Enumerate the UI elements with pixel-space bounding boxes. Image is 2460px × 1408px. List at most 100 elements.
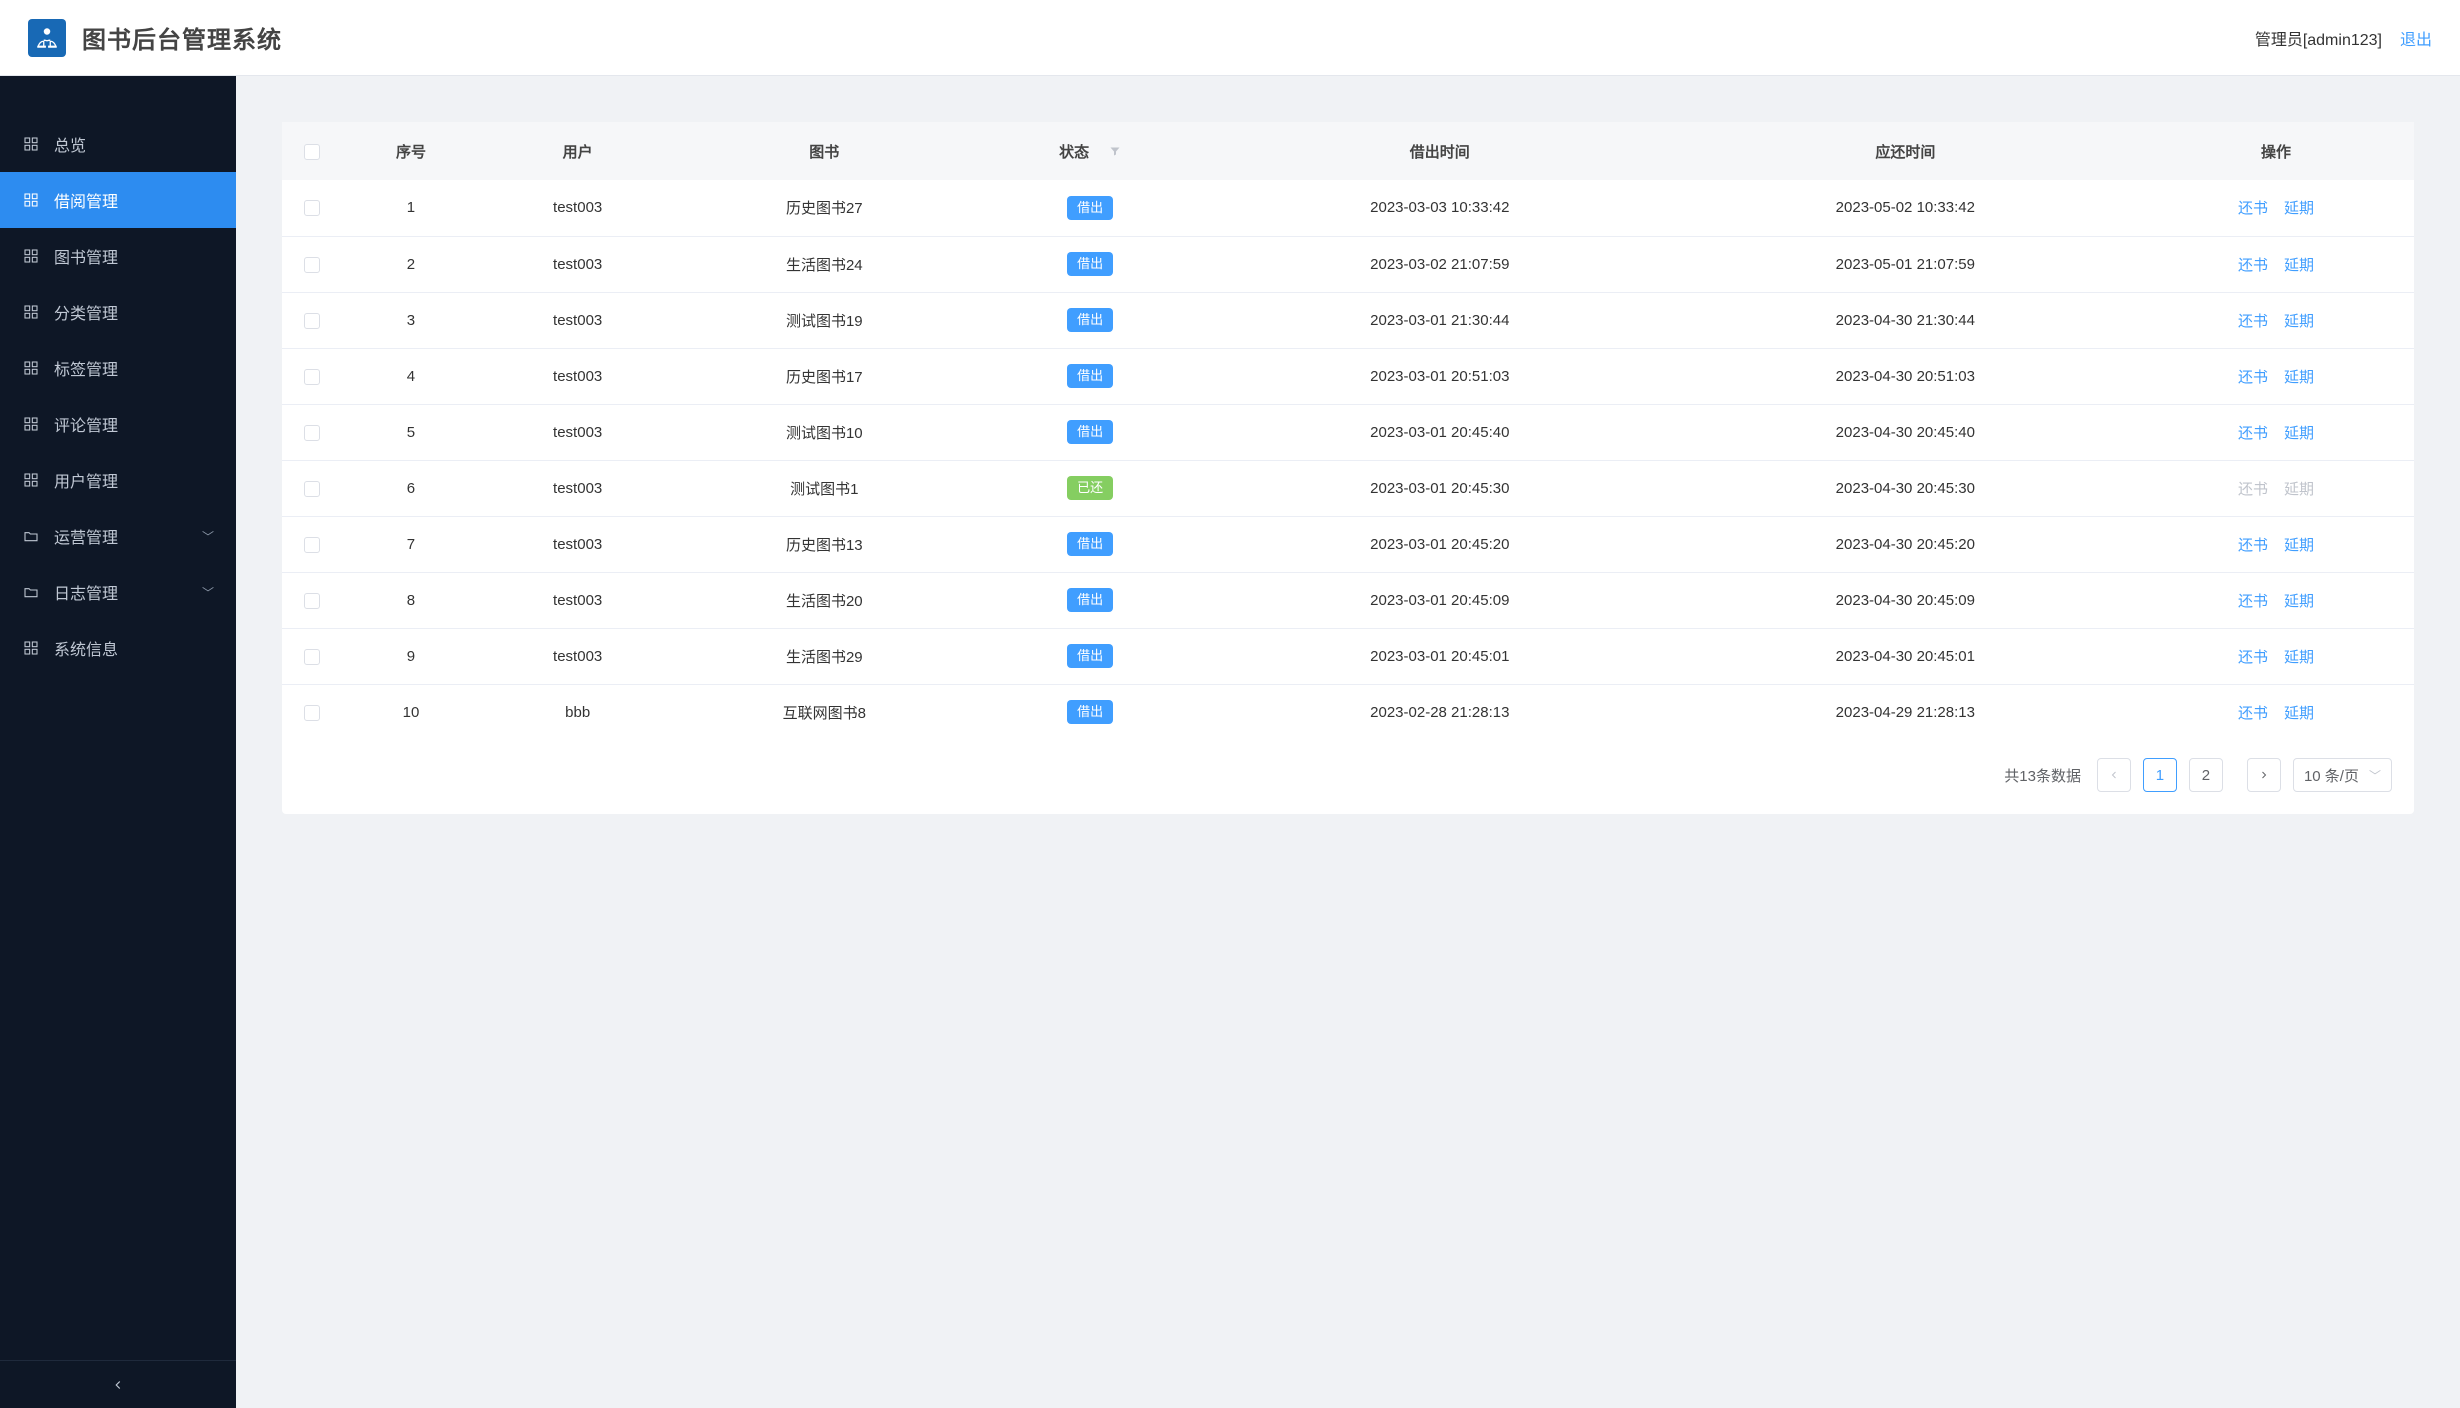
col-user: 用户 <box>480 122 675 180</box>
status-badge: 借出 <box>1067 196 1113 220</box>
cell-status: 借出 <box>973 180 1207 236</box>
sidebar-item-books[interactable]: 图书管理 <box>0 228 236 284</box>
sidebar-item-borrow[interactable]: 借阅管理 <box>0 172 236 228</box>
row-checkbox-cell <box>282 404 342 460</box>
status-badge: 借出 <box>1067 644 1113 668</box>
cell-due-time: 2023-04-30 20:45:40 <box>1673 404 2139 460</box>
extend-book-link[interactable]: 延期 <box>2284 310 2314 331</box>
grid-icon <box>22 247 40 265</box>
return-book-link[interactable]: 还书 <box>2238 254 2268 275</box>
extend-book-link[interactable]: 延期 <box>2284 534 2314 555</box>
chevron-right-icon <box>2258 769 2270 781</box>
row-checkbox[interactable] <box>304 649 320 665</box>
extend-book-link[interactable]: 延期 <box>2284 646 2314 667</box>
cell-user: test003 <box>480 180 675 236</box>
borrow-table: 序号 用户 图书 状态 借出时间 应还时间 <box>282 122 2414 740</box>
row-checkbox[interactable] <box>304 705 320 721</box>
pagination-page-1[interactable]: 1 <box>2143 758 2177 792</box>
pagination-page-2[interactable]: 2 <box>2189 758 2223 792</box>
cell-ops: 还书延期 <box>2138 236 2414 292</box>
cell-borrow-time: 2023-03-01 21:30:44 <box>1207 292 1673 348</box>
cell-due-time: 2023-04-30 20:45:09 <box>1673 572 2139 628</box>
extend-book-link[interactable]: 延期 <box>2284 422 2314 443</box>
return-book-link[interactable]: 还书 <box>2238 590 2268 611</box>
extend-book-link[interactable]: 延期 <box>2284 366 2314 387</box>
return-book-link[interactable]: 还书 <box>2238 310 2268 331</box>
chevron-down-icon: ﹀ <box>202 584 214 601</box>
col-borrow-time: 借出时间 <box>1207 122 1673 180</box>
cell-status: 已还 <box>973 460 1207 516</box>
row-checkbox[interactable] <box>304 481 320 497</box>
col-due-time: 应还时间 <box>1673 122 2139 180</box>
cell-seq: 8 <box>342 572 480 628</box>
folder-icon <box>22 527 40 545</box>
sidebar-item-label: 日志管理 <box>54 580 118 604</box>
extend-book-link[interactable]: 延期 <box>2284 254 2314 275</box>
sidebar-item-operation[interactable]: 运营管理﹀ <box>0 508 236 564</box>
status-badge: 借出 <box>1067 308 1113 332</box>
extend-book-link[interactable]: 延期 <box>2284 590 2314 611</box>
sidebar-item-label: 用户管理 <box>54 468 118 492</box>
pagination-next[interactable] <box>2247 758 2281 792</box>
sidebar-item-tags[interactable]: 标签管理 <box>0 340 236 396</box>
pagination-prev[interactable] <box>2097 758 2131 792</box>
cell-ops: 还书延期 <box>2138 348 2414 404</box>
sidebar-item-system[interactable]: 系统信息 <box>0 620 236 676</box>
cell-seq: 9 <box>342 628 480 684</box>
cell-borrow-time: 2023-03-01 20:45:30 <box>1207 460 1673 516</box>
row-checkbox[interactable] <box>304 369 320 385</box>
table-row: 7test003历史图书13借出2023-03-01 20:45:202023-… <box>282 516 2414 572</box>
return-book-link[interactable]: 还书 <box>2238 534 2268 555</box>
grid-icon <box>22 135 40 153</box>
select-all-checkbox[interactable] <box>304 144 320 160</box>
col-checkbox <box>282 122 342 180</box>
row-checkbox[interactable] <box>304 313 320 329</box>
sidebar-item-category[interactable]: 分类管理 <box>0 284 236 340</box>
cell-book: 生活图书29 <box>675 628 973 684</box>
sidebar-item-comments[interactable]: 评论管理 <box>0 396 236 452</box>
grid-icon <box>22 639 40 657</box>
status-badge: 借出 <box>1067 364 1113 388</box>
cell-due-time: 2023-04-30 21:30:44 <box>1673 292 2139 348</box>
folder-icon <box>22 583 40 601</box>
row-checkbox[interactable] <box>304 425 320 441</box>
chevron-down-icon: ﹀ <box>2369 767 2381 784</box>
sidebar-item-logs[interactable]: 日志管理 ﹀ <box>0 564 236 620</box>
sidebar-item-users[interactable]: 用户管理 <box>0 452 236 508</box>
row-checkbox[interactable] <box>304 593 320 609</box>
return-book-link[interactable]: 还书 <box>2238 422 2268 443</box>
extend-book-link[interactable]: 延期 <box>2284 702 2314 723</box>
sidebar-collapse-toggle[interactable] <box>0 1360 236 1408</box>
cell-user: test003 <box>480 628 675 684</box>
col-book: 图书 <box>675 122 973 180</box>
cell-status: 借出 <box>973 348 1207 404</box>
col-status[interactable]: 状态 <box>973 122 1207 180</box>
filter-icon[interactable] <box>1109 145 1121 157</box>
logout-link[interactable]: 退出 <box>2400 26 2432 50</box>
grid-icon <box>22 415 40 433</box>
sidebar-item-overview[interactable]: 总览 <box>0 116 236 172</box>
cell-borrow-time: 2023-03-01 20:45:01 <box>1207 628 1673 684</box>
cell-due-time: 2023-04-30 20:51:03 <box>1673 348 2139 404</box>
return-book-link: 还书 <box>2238 478 2268 499</box>
grid-icon <box>22 359 40 377</box>
cell-ops: 还书延期 <box>2138 572 2414 628</box>
extend-book-link[interactable]: 延期 <box>2284 197 2314 218</box>
cell-borrow-time: 2023-03-03 10:33:42 <box>1207 180 1673 236</box>
cell-book: 生活图书24 <box>675 236 973 292</box>
return-book-link[interactable]: 还书 <box>2238 702 2268 723</box>
row-checkbox[interactable] <box>304 257 320 273</box>
row-checkbox-cell <box>282 684 342 740</box>
cell-status: 借出 <box>973 628 1207 684</box>
return-book-link[interactable]: 还书 <box>2238 646 2268 667</box>
grid-icon <box>22 303 40 321</box>
return-book-link[interactable]: 还书 <box>2238 197 2268 218</box>
row-checkbox-cell <box>282 348 342 404</box>
cell-ops: 还书延期 <box>2138 628 2414 684</box>
row-checkbox[interactable] <box>304 537 320 553</box>
pagination-size-select[interactable]: 10 条/页 ﹀ <box>2293 758 2392 792</box>
cell-user: bbb <box>480 684 675 740</box>
row-checkbox[interactable] <box>304 200 320 216</box>
return-book-link[interactable]: 还书 <box>2238 366 2268 387</box>
sidebar-item-label: 标签管理 <box>54 356 118 380</box>
